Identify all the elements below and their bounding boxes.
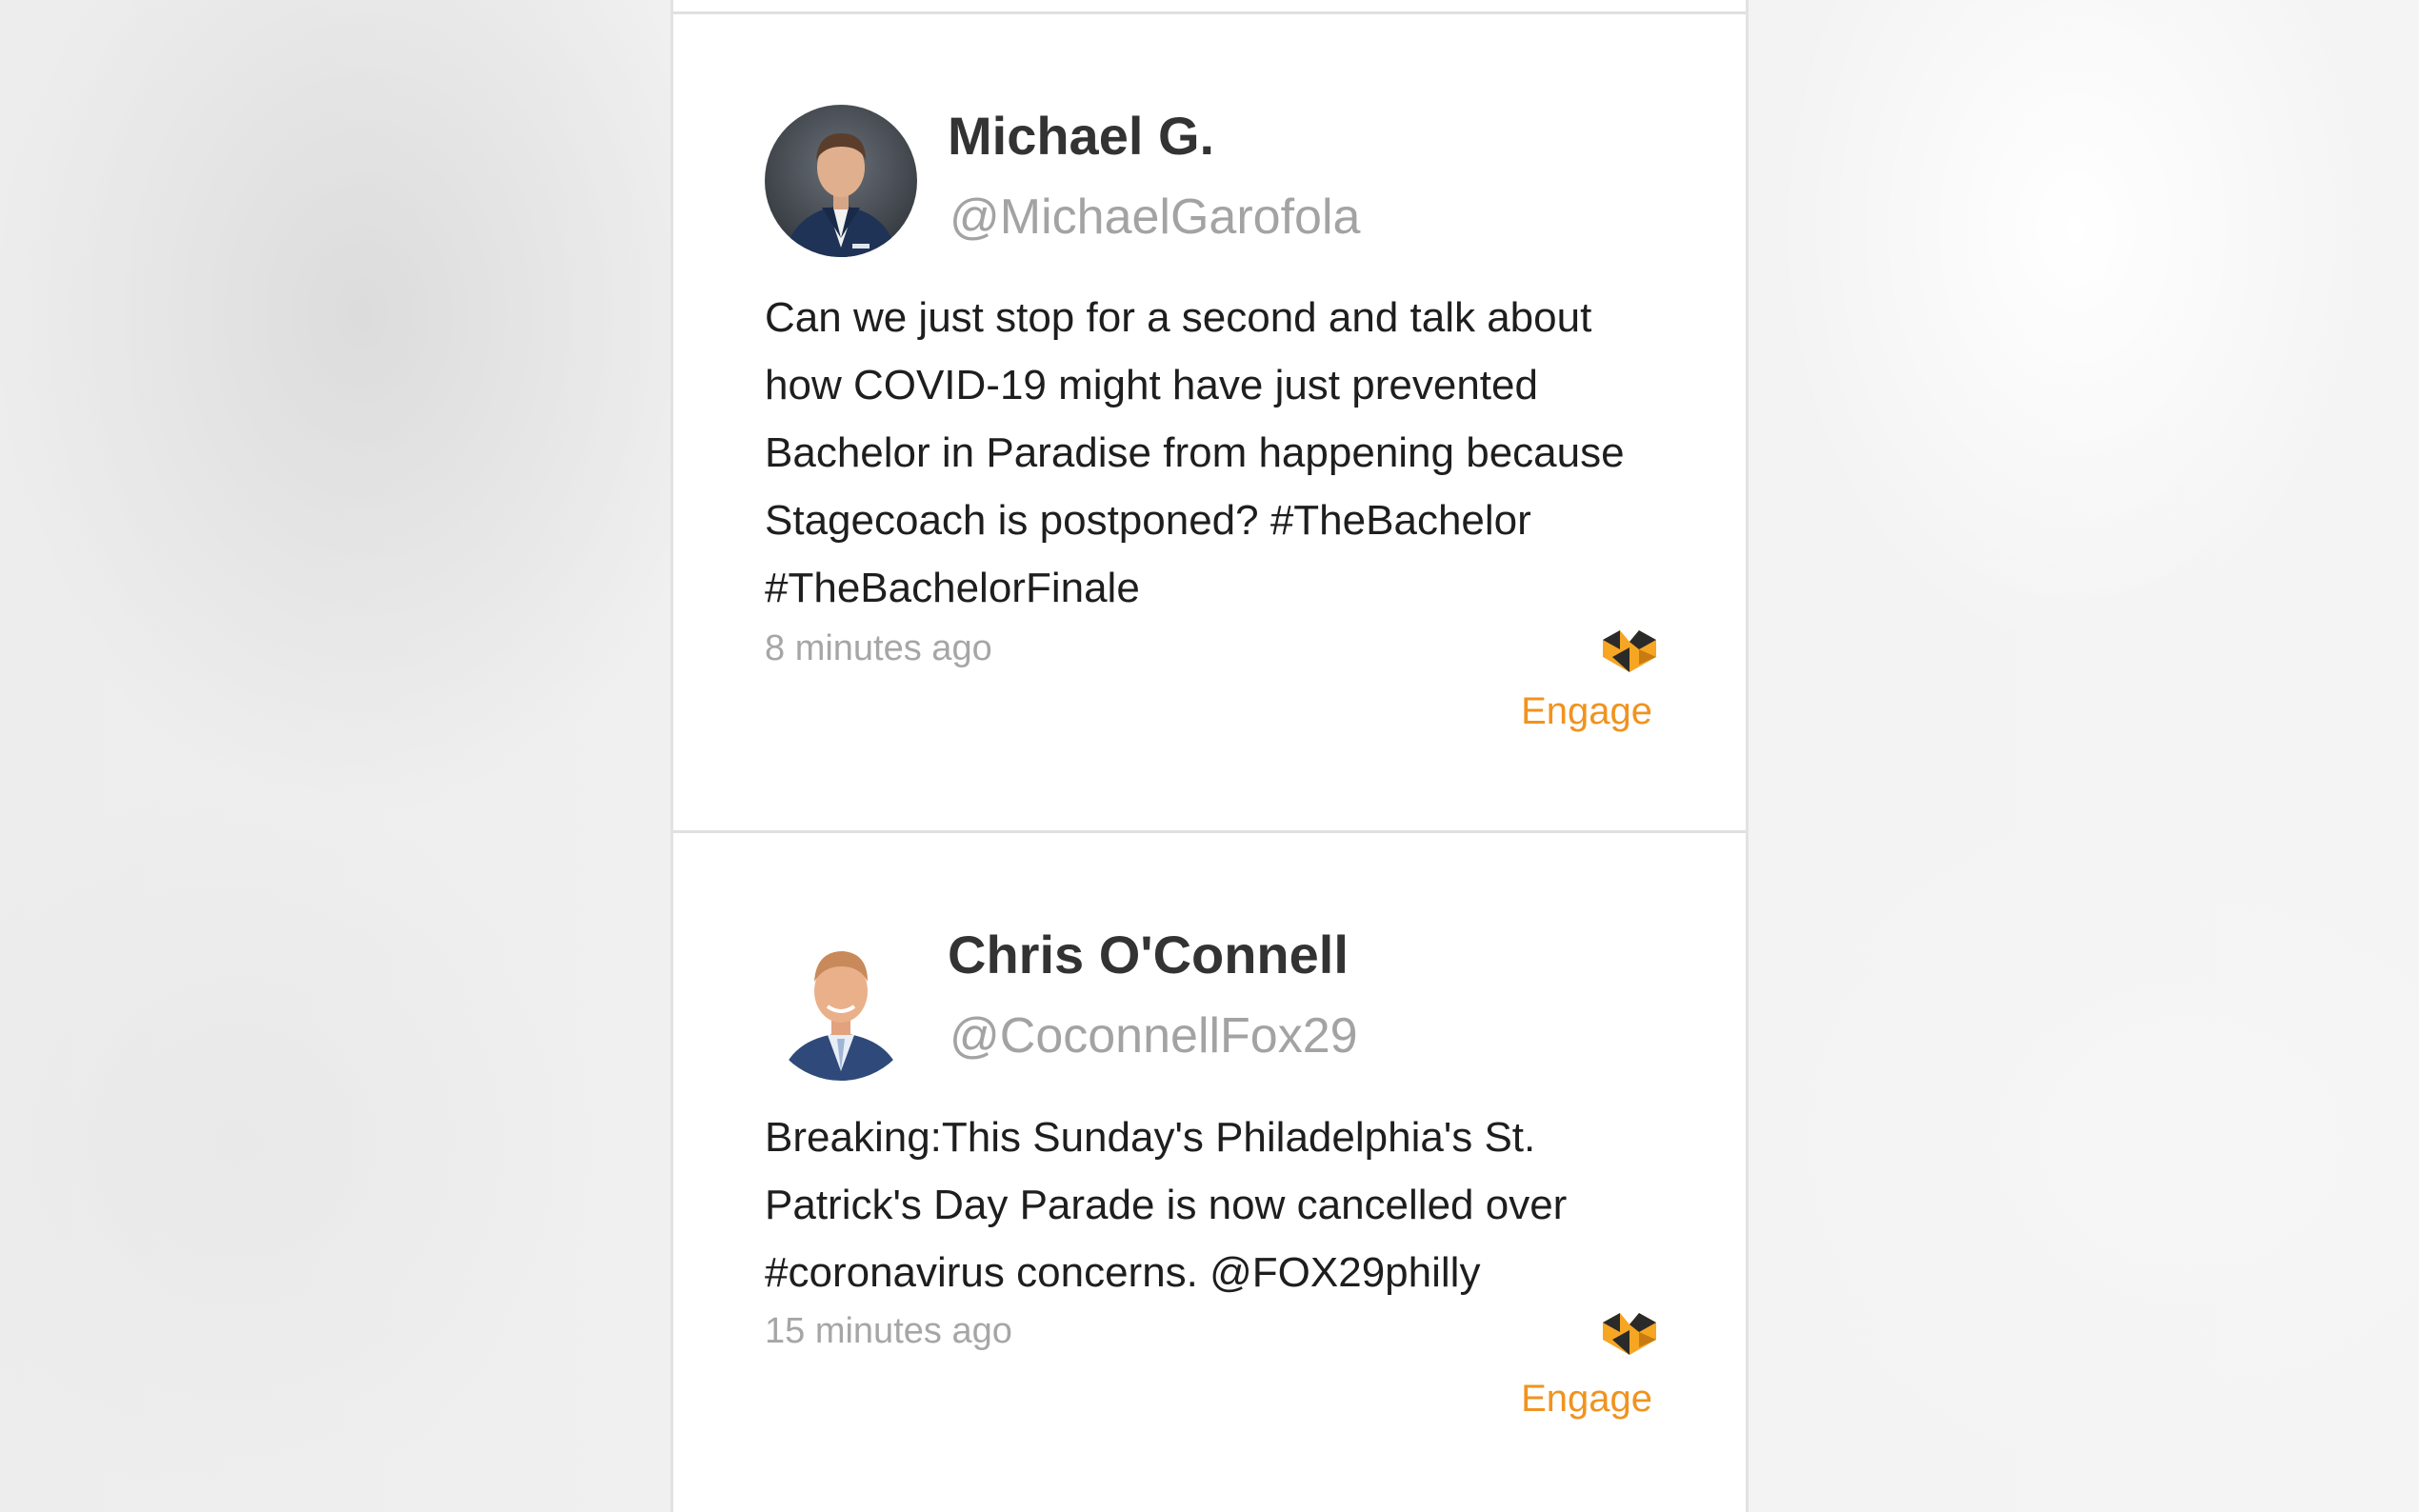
engage-logo-icon: [1599, 628, 1660, 674]
avatar[interactable]: [765, 928, 917, 1081]
feed-post: Michael G. @MichaelGarofola Can we just …: [673, 14, 1746, 833]
post-timestamp: 15 minutes ago: [765, 1311, 1012, 1351]
post-text: Breaking:This Sunday's Philadelphia's St…: [765, 1114, 1568, 1296]
avatar-photo-icon: [765, 928, 917, 1081]
social-feed-panel: Michael G. @MichaelGarofola Can we just …: [670, 0, 1749, 1512]
author-handle[interactable]: @CoconnellFox29: [950, 1007, 1358, 1064]
engage-logo-icon: [1599, 1311, 1660, 1357]
feed-post: Chris O'Connell @CoconnellFox29 Breaking…: [673, 833, 1746, 1512]
engage-button[interactable]: Engage: [1521, 690, 1652, 733]
engage-button[interactable]: Engage: [1521, 1378, 1652, 1421]
post-timestamp: 8 minutes ago: [765, 628, 992, 668]
avatar[interactable]: [765, 105, 917, 257]
author-name[interactable]: Chris O'Connell: [948, 924, 1349, 985]
avatar-photo-icon: [765, 105, 917, 257]
author-handle[interactable]: @MichaelGarofola: [950, 189, 1360, 246]
author-name[interactable]: Michael G.: [948, 105, 1214, 167]
post-text: Can we just stop for a second and talk a…: [765, 294, 1625, 611]
